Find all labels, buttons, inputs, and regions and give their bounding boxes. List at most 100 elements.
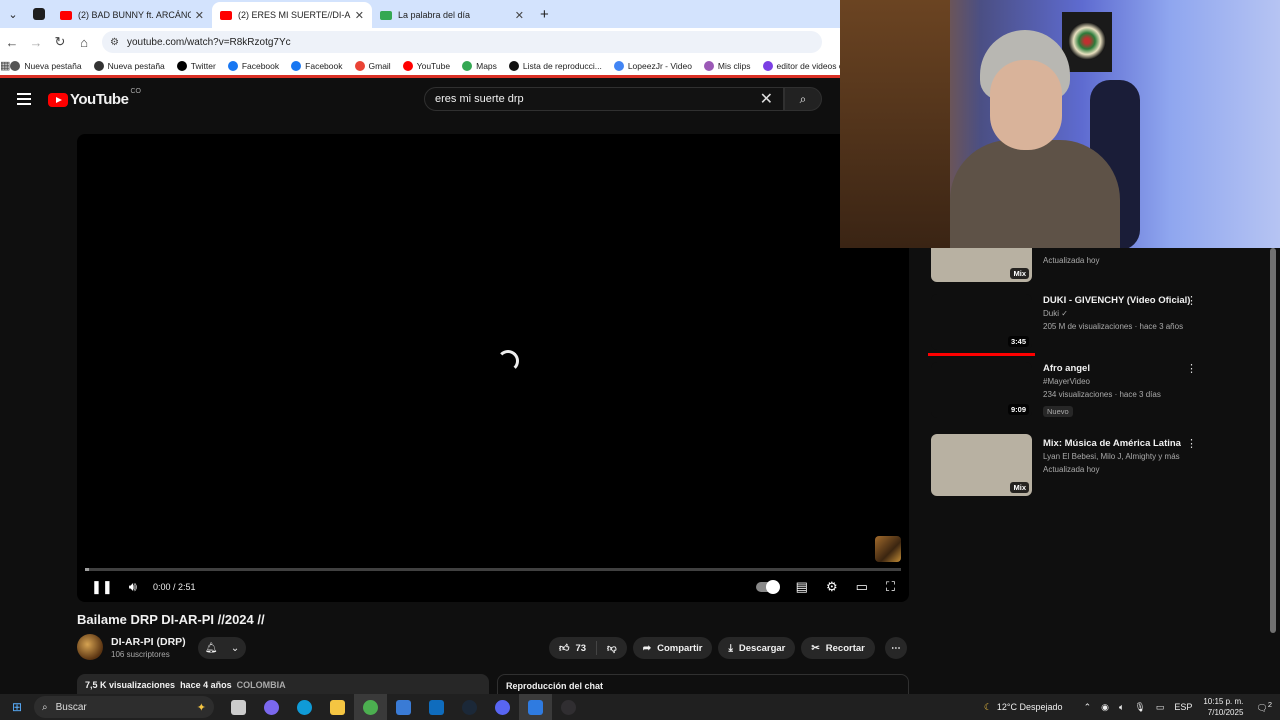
app-icon[interactable] xyxy=(519,694,552,720)
chevron-up-icon[interactable]: ⌃ xyxy=(1084,702,1092,713)
share-button[interactable]: ➦ Compartir xyxy=(632,637,713,659)
dislike-button[interactable]: 👎︎ xyxy=(597,642,627,654)
rec-channel[interactable]: Duki ✓ xyxy=(1043,307,1193,320)
bell-icon: 🔔︎ xyxy=(204,642,218,654)
bookmark-item[interactable]: Nueva pestaña xyxy=(93,60,165,71)
clear-search-icon[interactable]: ✕ xyxy=(760,89,773,109)
menu-icon[interactable] xyxy=(17,93,31,108)
volume-icon[interactable]: 🔊︎ xyxy=(129,579,137,595)
tab-palabra-del-dia[interactable]: La palabra del día ✕ xyxy=(372,2,532,28)
pause-icon[interactable]: ❚❚ xyxy=(91,579,113,595)
page-scrollbar[interactable] xyxy=(1270,248,1276,633)
chrome-icon[interactable] xyxy=(354,694,387,720)
store-icon-glyph xyxy=(396,699,411,715)
speaker-icon[interactable]: 🔈︎ xyxy=(1119,702,1124,713)
steam-icon[interactable] xyxy=(453,694,486,720)
search-highlight-icon: ✦ xyxy=(196,701,206,714)
progress-bar[interactable] xyxy=(85,568,901,571)
microphone-icon[interactable]: 🎙︎ xyxy=(1134,702,1145,713)
chevron-down-icon: ⌄ xyxy=(230,642,240,654)
new-tab-button[interactable]: + xyxy=(540,6,549,23)
bookmark-item[interactable]: YouTube xyxy=(402,60,450,71)
clip-button[interactable]: ✂ Recortar xyxy=(801,637,875,659)
outlook-icon[interactable] xyxy=(420,694,453,720)
channel-avatar[interactable] xyxy=(77,634,103,660)
youtube-logo[interactable]: YouTube CO xyxy=(48,88,141,108)
download-button[interactable]: ⤓ Descargar xyxy=(718,637,796,659)
video-player[interactable]: ❚❚ 🔊︎ 0:00 / 2:51 ▤ ⚙ ▭ ⛶ xyxy=(77,134,909,602)
more-actions-button[interactable]: ⋯ xyxy=(884,637,907,659)
video-thumbnail[interactable]: 3:45 xyxy=(931,294,1032,350)
taskbar-search[interactable]: ⌕ Buscar ✦ xyxy=(34,696,214,718)
bookmark-item[interactable]: Gmail xyxy=(354,60,391,71)
new-badge: Nuevo xyxy=(1043,406,1073,417)
bookmark-favicon-icon xyxy=(354,60,365,71)
task-view-icon[interactable] xyxy=(222,694,255,720)
network-icon[interactable]: ◉ xyxy=(1101,702,1109,713)
more-options-icon[interactable]: ⋮ xyxy=(1186,437,1197,450)
video-thumbnail[interactable]: 9:09 xyxy=(931,362,1032,418)
clock[interactable]: 10:15 p. m. 7/10/2025 xyxy=(1203,696,1243,718)
bookmark-item[interactable]: Lista de reproducci... xyxy=(508,60,602,71)
bookmark-item[interactable]: LopeezJr - Video xyxy=(613,60,692,71)
bookmark-item[interactable]: Maps xyxy=(462,60,497,71)
autoplay-toggle[interactable] xyxy=(755,580,780,594)
tab-search-icon[interactable]: ⌄ xyxy=(0,0,26,28)
subtitles-icon[interactable]: ▤ xyxy=(796,579,808,595)
description-box[interactable]: 7,5 K visualizaciones hace 4 años COLOMB… xyxy=(77,674,489,696)
rec-channel[interactable]: Lyan El Bebesi, Milo J, Almighty y más xyxy=(1043,450,1193,463)
battery-icon[interactable]: ▭ xyxy=(1156,702,1165,713)
like-button[interactable]: 👍︎ 73 xyxy=(549,641,598,655)
forward-icon[interactable]: → xyxy=(24,35,48,50)
close-tab-icon[interactable]: ✕ xyxy=(195,9,204,22)
close-tab-icon[interactable]: ✕ xyxy=(355,9,364,22)
apps-grid-icon[interactable]: ▦ xyxy=(0,59,10,72)
rec-title: Afro angel xyxy=(1043,363,1090,374)
copilot-icon[interactable] xyxy=(255,694,288,720)
reload-icon[interactable]: ↻ xyxy=(48,34,72,50)
chat-replay-panel[interactable]: Reproducción del chat xyxy=(497,674,909,696)
search-input[interactable]: eres mi suerte drp ✕ xyxy=(424,87,784,111)
search-button[interactable]: ⌕ xyxy=(784,87,822,111)
store-icon[interactable] xyxy=(387,694,420,720)
more-options-icon[interactable]: ⋮ xyxy=(1186,362,1197,375)
country-tag: COLOMBIA xyxy=(236,680,286,690)
file-explorer-icon[interactable] xyxy=(321,694,354,720)
weather-widget[interactable]: ☾ 12°C Despejado xyxy=(984,702,1063,713)
home-icon[interactable]: ⌂ xyxy=(72,35,96,50)
site-info-icon[interactable]: ⚙ xyxy=(110,37,119,48)
settings-gear-icon[interactable]: ⚙ xyxy=(826,579,838,595)
rec-title: Mix: Música de América Latina xyxy=(1043,438,1181,449)
edge-icon[interactable] xyxy=(288,694,321,720)
bookmark-item[interactable]: Mis clips xyxy=(703,60,751,71)
windows-start-icon[interactable]: ⊞ xyxy=(0,700,34,714)
channel-watermark[interactable] xyxy=(875,536,901,562)
webcam-background xyxy=(840,0,950,248)
pinned-tab[interactable] xyxy=(26,0,52,28)
tab-bad-bunny[interactable]: (2) BAD BUNNY ft. ARCÁNGEL ✕ xyxy=(52,2,212,28)
bookmark-item[interactable]: editor de videos onl xyxy=(762,60,850,71)
notifications-icon[interactable]: 🗨︎2 xyxy=(1256,700,1272,714)
fullscreen-icon[interactable]: ⛶ xyxy=(886,579,895,595)
channel-name[interactable]: DI-AR-PI (DRP) xyxy=(111,636,186,648)
more-options-icon[interactable]: ⋮ xyxy=(1186,294,1197,307)
bookmark-item[interactable]: Facebook xyxy=(227,60,279,71)
notification-bell-button[interactable]: 🔔︎ ⌄ xyxy=(198,637,246,659)
bookmark-item[interactable]: Facebook xyxy=(291,60,343,71)
site-favicon-icon xyxy=(380,10,392,20)
close-tab-icon[interactable]: ✕ xyxy=(515,9,524,22)
discord-icon[interactable] xyxy=(486,694,519,720)
bookmark-item[interactable]: Twitter xyxy=(176,60,216,71)
tab-eres-mi-suerte[interactable]: (2) ERES MI SUERTE//DI-AR-PI/ ✕ xyxy=(212,2,372,28)
upload-age: hace 4 años xyxy=(180,680,232,690)
player-controls-right: ▤ ⚙ ▭ ⛶ xyxy=(738,574,895,600)
obs-icon[interactable] xyxy=(552,694,585,720)
theater-mode-icon[interactable]: ▭ xyxy=(856,579,868,595)
video-thumbnail[interactable]: Mix xyxy=(931,434,1032,496)
language-indicator[interactable]: ESP xyxy=(1174,702,1192,712)
rec-channel[interactable]: #MayerVideo xyxy=(1043,375,1193,388)
youtube-header: YouTube CO eres mi suerte drp ✕ ⌕ xyxy=(0,81,840,117)
bookmark-item[interactable]: Nueva pestaña xyxy=(10,60,82,71)
back-icon[interactable]: ← xyxy=(0,35,24,50)
address-bar[interactable]: ⚙ youtube.com/watch?v=R8kRzotg7Yc xyxy=(102,31,822,53)
